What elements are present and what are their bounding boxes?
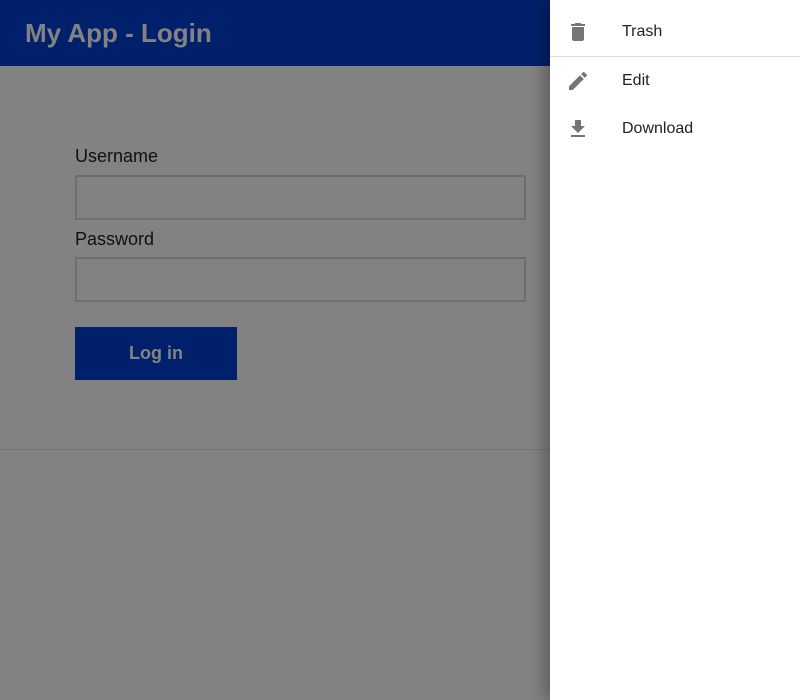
trash-icon (566, 20, 590, 44)
menu-item-label: Edit (622, 72, 650, 89)
menu-item-edit[interactable]: Edit (550, 57, 800, 105)
download-icon (566, 117, 590, 141)
side-drawer-menu: Trash Edit Download (550, 0, 800, 700)
menu-item-download[interactable]: Download (550, 105, 800, 153)
menu-item-label: Download (622, 120, 694, 137)
menu-item-trash[interactable]: Trash (550, 8, 800, 56)
menu-item-label: Trash (622, 23, 663, 40)
pencil-icon (566, 69, 590, 93)
